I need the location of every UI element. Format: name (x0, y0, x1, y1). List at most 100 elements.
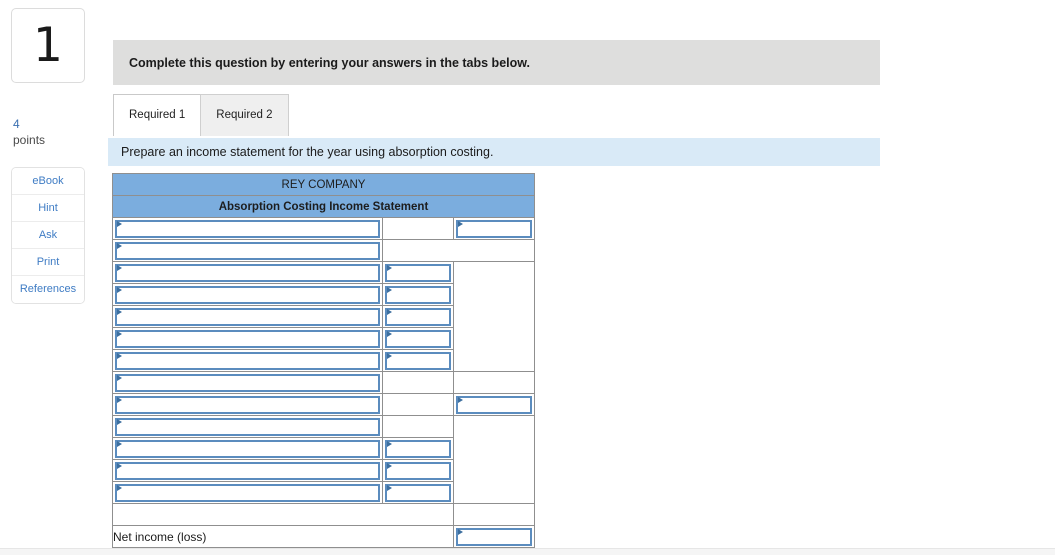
row-12-mid-input[interactable] (385, 461, 451, 480)
row-5-label-cell (112, 305, 383, 328)
row-6-mid-input[interactable] (385, 329, 451, 348)
tool-item-hint[interactable]: Hint (12, 195, 84, 223)
row-8-right-subtotal-cell (453, 371, 535, 394)
dropdown-caret-icon (117, 308, 122, 315)
row-4-mid-input[interactable] (385, 285, 451, 304)
row-9-right-input[interactable] (456, 395, 532, 414)
net-income-value-cell (453, 525, 535, 548)
dropdown-caret-icon (387, 330, 392, 337)
row-11-mid-input[interactable] (385, 439, 451, 458)
row-1-mid-cell (382, 217, 454, 240)
table-header-row-statement: Absorption Costing Income Statement (112, 195, 535, 218)
dropdown-caret-icon (117, 374, 122, 381)
dropdown-caret-icon (117, 264, 122, 271)
table-header-row-company: REY COMPANY (112, 173, 535, 196)
dropdown-caret-icon (117, 396, 122, 403)
row-9-right-cell (453, 393, 535, 416)
row-4-label-cell (112, 283, 383, 306)
row-7-mid-input[interactable] (385, 351, 451, 370)
dropdown-caret-icon (117, 418, 122, 425)
dropdown-caret-icon (117, 352, 122, 359)
row-11-label-cell (112, 437, 383, 460)
points-label: points (13, 133, 46, 148)
question-page: 1 4 points eBook Hint Ask Print Referenc… (0, 0, 1055, 555)
worksheet-company-title: REY COMPANY (112, 173, 535, 196)
dropdown-caret-icon (387, 440, 392, 447)
row-2-value-cell (382, 239, 535, 262)
dropdown-caret-icon (117, 220, 122, 227)
dropdown-caret-icon (387, 308, 392, 315)
row-9-label-input[interactable] (115, 395, 380, 414)
row-5-mid-input[interactable] (385, 307, 451, 326)
row-13-mid-cell (382, 481, 454, 504)
cogs-subtotal-spacer-cell (453, 261, 535, 372)
dropdown-caret-icon (117, 440, 122, 447)
tool-item-ask[interactable]: Ask (12, 222, 84, 250)
row-1-label-input[interactable] (115, 219, 380, 238)
table-spacer-row (112, 503, 535, 526)
row-11-mid-cell (382, 437, 454, 460)
tool-item-references[interactable]: References (12, 276, 84, 304)
row-5-mid-cell (382, 305, 454, 328)
row-11-label-input[interactable] (115, 439, 380, 458)
row-10-mid-cell (382, 415, 454, 438)
question-tools-list: eBook Hint Ask Print References (11, 167, 85, 305)
dropdown-caret-icon (387, 264, 392, 271)
dropdown-caret-icon (387, 462, 392, 469)
spacer-right-cell (453, 503, 535, 526)
net-income-input[interactable] (456, 527, 532, 546)
spacer-left-cell (112, 503, 454, 526)
row-7-label-cell (112, 349, 383, 372)
dropdown-caret-icon (117, 484, 122, 491)
row-13-label-cell (112, 481, 383, 504)
row-8-label-input[interactable] (115, 373, 380, 392)
row-5-label-input[interactable] (115, 307, 380, 326)
tab-required-1[interactable]: Required 1 (113, 94, 202, 136)
dropdown-caret-icon (387, 352, 392, 359)
table-row (112, 239, 535, 262)
dropdown-caret-icon (117, 242, 122, 249)
question-number: 1 (33, 18, 63, 73)
question-number-box: 1 (11, 8, 85, 83)
row-12-label-input[interactable] (115, 461, 380, 480)
net-income-label: Net income (loss) (112, 525, 454, 548)
requirement-prompt-text: Prepare an income statement for the year… (121, 145, 494, 159)
row-13-mid-input[interactable] (385, 483, 451, 502)
tool-item-print[interactable]: Print (12, 249, 84, 277)
row-7-label-input[interactable] (115, 351, 380, 370)
row-1-right-cell (453, 217, 535, 240)
row-2-label-cell (112, 239, 383, 262)
expenses-subtotal-spacer-cell (453, 415, 535, 504)
row-2-label-input[interactable] (115, 241, 380, 260)
row-6-label-cell (112, 327, 383, 350)
dropdown-caret-icon (458, 396, 463, 403)
row-9-mid-subtotal-cell (382, 393, 454, 416)
row-8-mid-cell (382, 371, 454, 394)
tool-item-ebook[interactable]: eBook (12, 168, 84, 196)
row-4-label-input[interactable] (115, 285, 380, 304)
row-6-label-input[interactable] (115, 329, 380, 348)
net-income-row: Net income (loss) (112, 525, 535, 548)
absorption-costing-table: REY COMPANY Absorption Costing Income St… (112, 173, 535, 548)
row-1-right-input[interactable] (456, 219, 532, 238)
table-row (112, 415, 535, 504)
requirement-tabstrip: Required 1 Required 2 (113, 94, 289, 136)
instruction-banner-text: Complete this question by entering your … (129, 55, 530, 70)
table-row (112, 261, 535, 372)
row-3-label-input[interactable] (115, 263, 380, 282)
row-3-label-cell (112, 261, 383, 284)
tab-required-2[interactable]: Required 2 (200, 94, 289, 136)
row-10-label-input[interactable] (115, 417, 380, 436)
question-left-rail: 1 4 points eBook Hint Ask Print Referenc… (11, 8, 85, 305)
row-12-mid-cell (382, 459, 454, 482)
row-4-mid-cell (382, 283, 454, 306)
row-3-mid-cell (382, 261, 454, 284)
instruction-banner: Complete this question by entering your … (113, 40, 880, 85)
dropdown-caret-icon (117, 330, 122, 337)
requirement-prompt-bar: Prepare an income statement for the year… (108, 138, 880, 166)
row-12-label-cell (112, 459, 383, 482)
row-3-mid-input[interactable] (385, 263, 451, 282)
income-statement-worksheet: REY COMPANY Absorption Costing Income St… (112, 173, 535, 548)
row-13-label-input[interactable] (115, 483, 380, 502)
row-9-label-cell (112, 393, 383, 416)
